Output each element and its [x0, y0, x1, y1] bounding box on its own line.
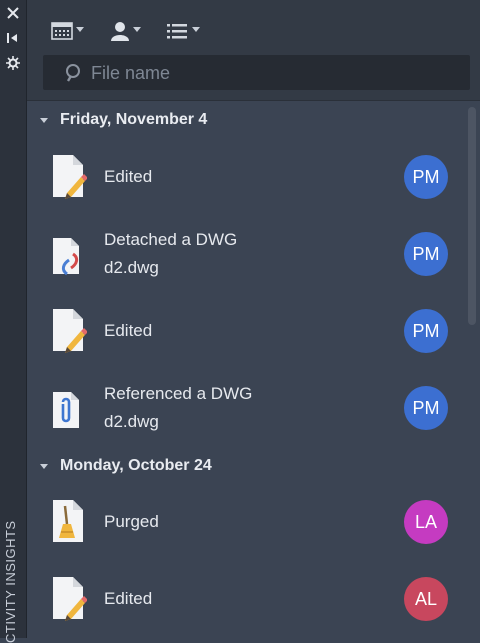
calendar-icon	[51, 22, 73, 40]
search-icon	[66, 64, 80, 82]
collapse-triangle-icon	[40, 464, 48, 469]
date-label: Monday, October 24	[60, 457, 212, 474]
scrollbar[interactable]	[465, 101, 480, 638]
activity-action: Detached a DWG	[104, 230, 238, 249]
list-icon	[167, 24, 187, 39]
panel-title: CTIVITY INSIGHTS	[3, 520, 18, 643]
activity-item[interactable]: Detached a DWG d2.dwg PM	[27, 222, 465, 286]
user-filter-button[interactable]	[110, 19, 141, 43]
activity-item[interactable]: Purged LA	[27, 490, 465, 554]
purge-document-icon	[53, 500, 83, 542]
activity-file: d2.dwg	[104, 258, 159, 277]
chevron-down-icon	[133, 26, 141, 32]
side-strip: CTIVITY INSIGHTS	[0, 0, 27, 643]
chevron-down-icon	[76, 26, 84, 32]
search-box	[43, 55, 470, 92]
activity-file: d2.dwg	[104, 412, 159, 431]
activity-action: Edited	[104, 167, 153, 186]
activity-action: Edited	[104, 589, 153, 608]
avatar[interactable]: LA	[404, 500, 448, 544]
activity-item[interactable]: Edited PM	[27, 145, 465, 209]
edit-document-icon	[53, 577, 87, 621]
activity-action: Edited	[104, 321, 153, 340]
avatar[interactable]: PM	[404, 309, 448, 353]
activity-item[interactable]: Referenced a DWG d2.dwg PM	[27, 376, 465, 440]
close-icon[interactable]	[3, 3, 23, 23]
scrollbar-thumb[interactable]	[468, 107, 476, 325]
activity-item[interactable]: Edited AL	[27, 567, 465, 631]
detach-document-icon	[53, 238, 79, 276]
search-input[interactable]	[89, 55, 453, 92]
reference-document-icon	[53, 392, 79, 428]
avatar[interactable]: PM	[404, 155, 448, 199]
chevron-down-icon	[192, 26, 200, 32]
view-options-button[interactable]	[167, 19, 200, 43]
date-label: Friday, November 4	[60, 111, 208, 128]
edit-document-icon	[53, 309, 87, 353]
date-group-header[interactable]: Monday, October 24	[40, 454, 212, 478]
settings-icon[interactable]	[3, 53, 23, 73]
collapse-icon[interactable]	[3, 28, 23, 48]
date-group-header[interactable]: Friday, November 4	[40, 108, 207, 132]
collapse-triangle-icon	[40, 118, 48, 123]
avatar[interactable]: AL	[404, 577, 448, 621]
toolbar-panel	[27, 0, 480, 101]
edit-document-icon	[53, 155, 87, 199]
avatar[interactable]: PM	[404, 386, 448, 430]
activity-action: Purged	[104, 512, 159, 531]
user-icon	[111, 22, 129, 41]
activity-item[interactable]: Edited PM	[27, 299, 465, 363]
avatar[interactable]: PM	[404, 232, 448, 276]
calendar-filter-button[interactable]	[51, 19, 84, 43]
activity-action: Referenced a DWG	[104, 384, 253, 403]
